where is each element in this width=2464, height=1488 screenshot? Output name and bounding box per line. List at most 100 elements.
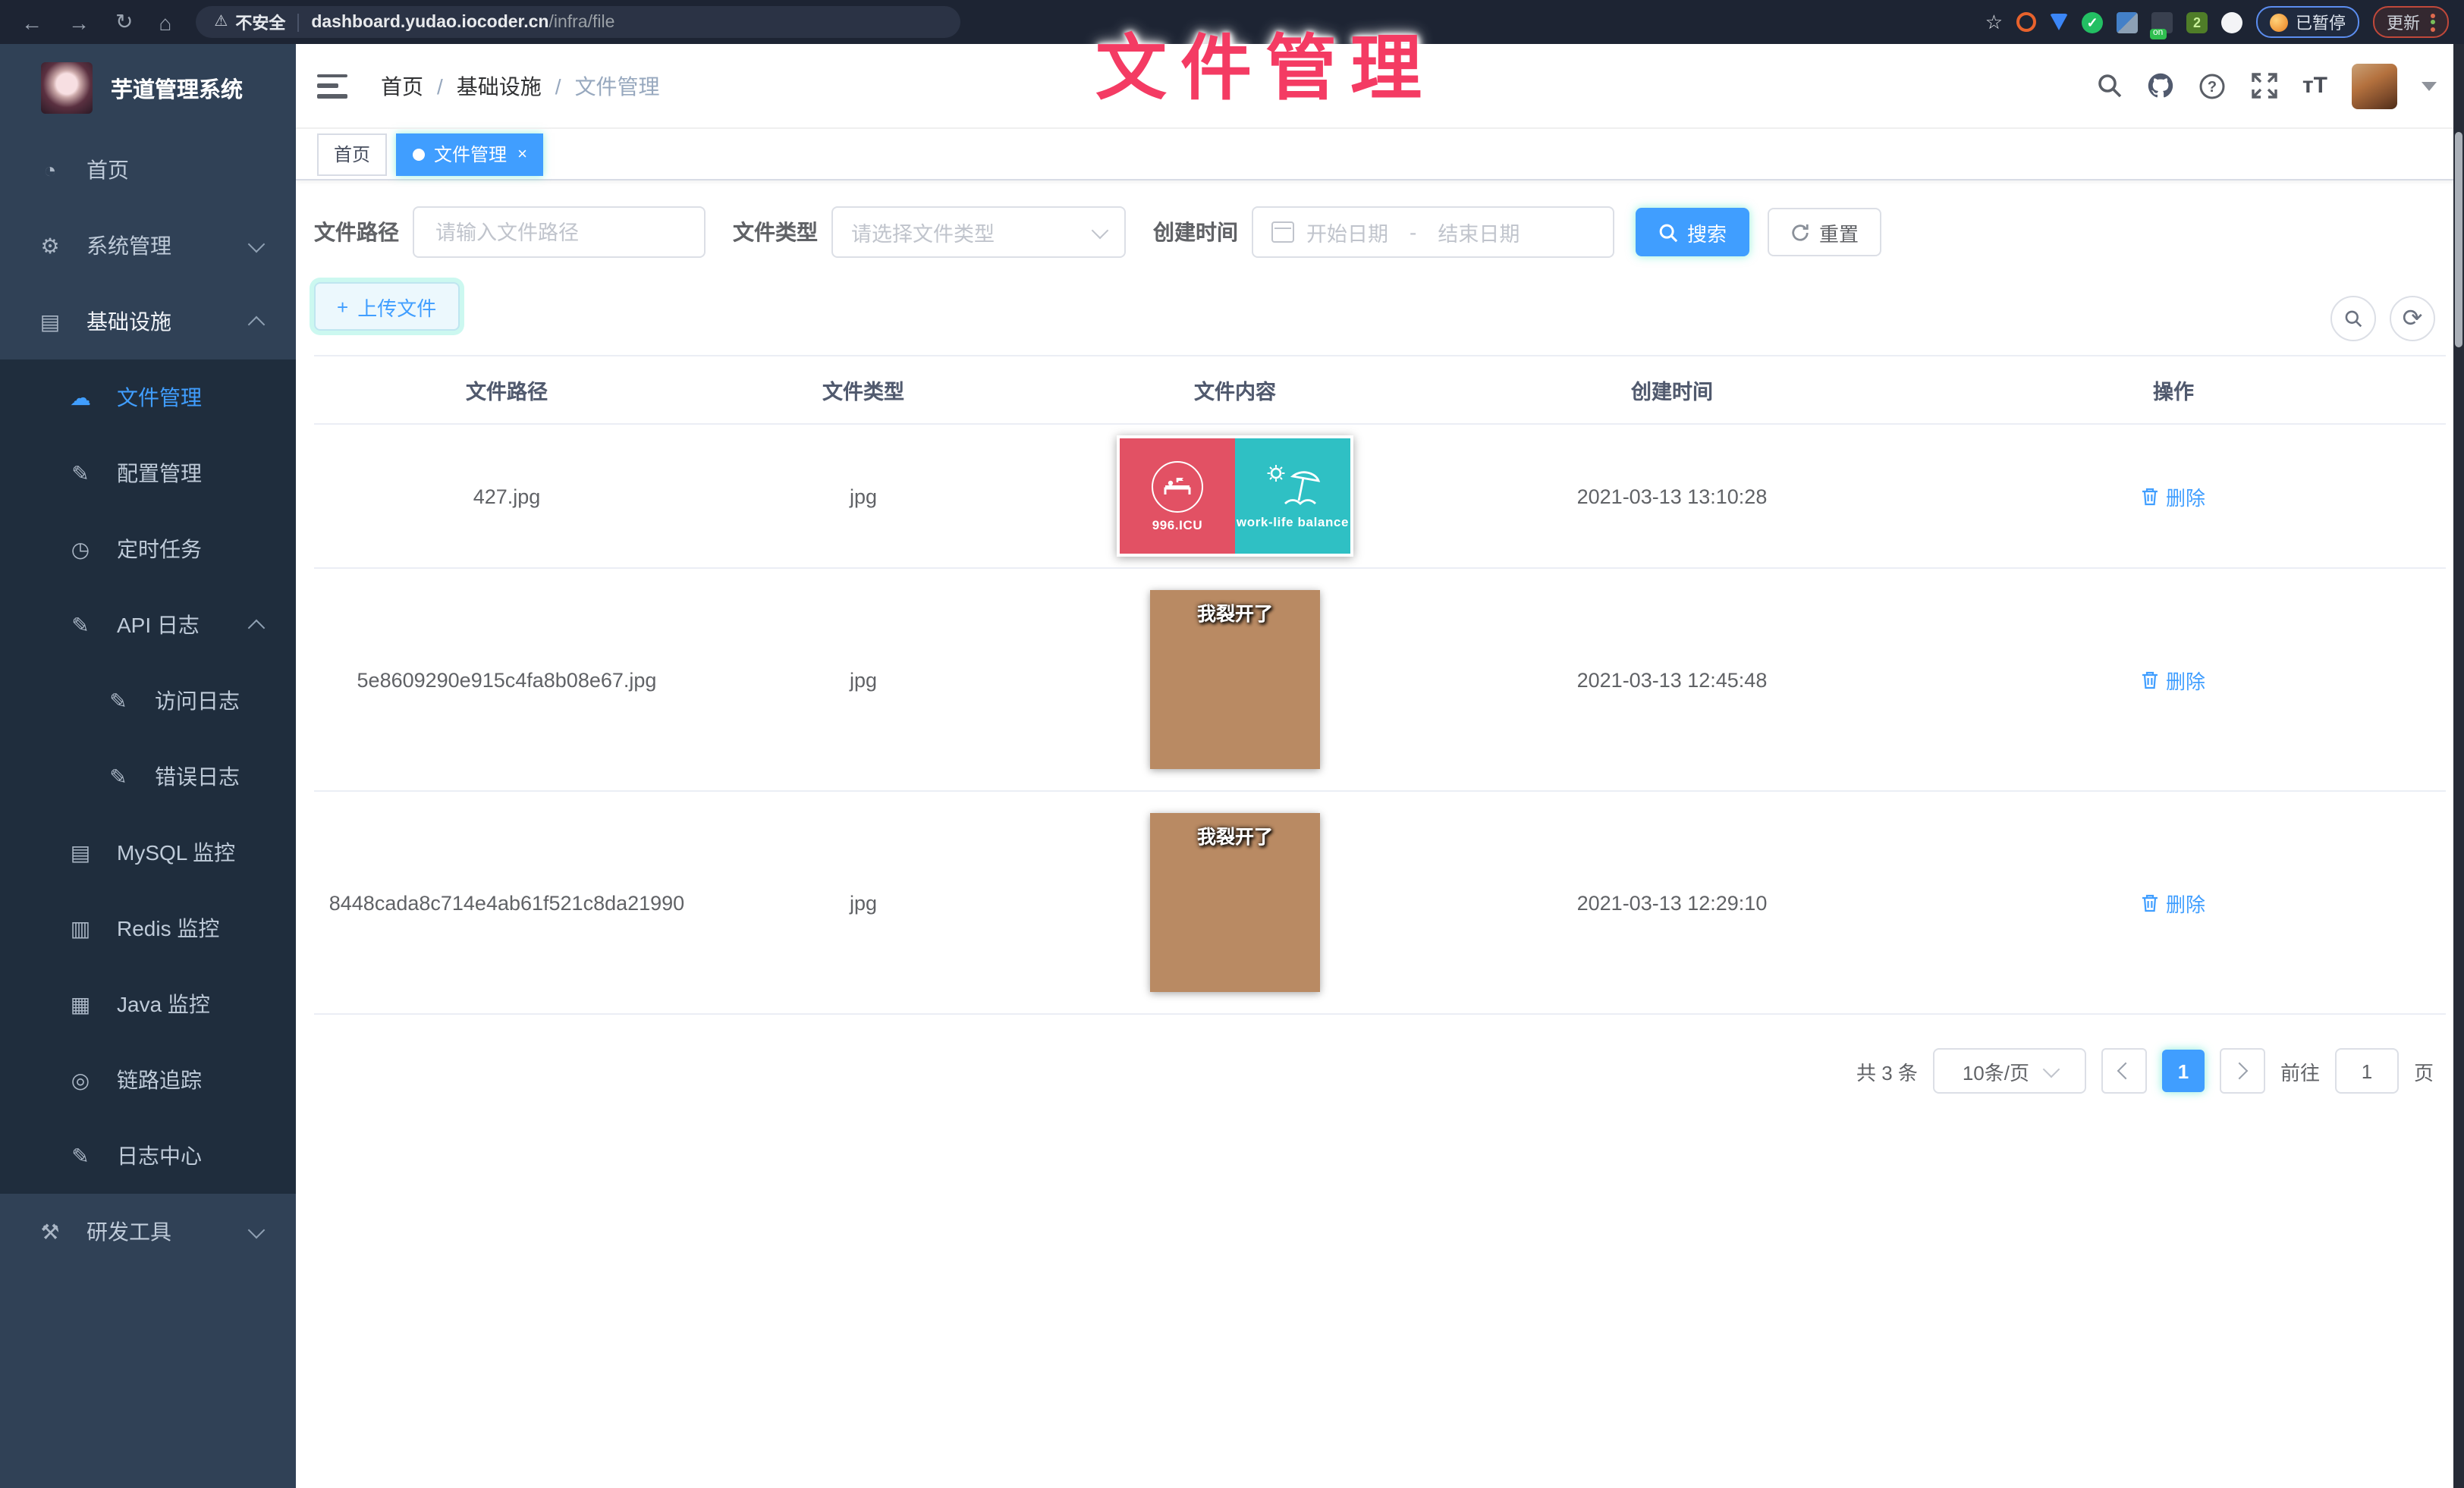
sidebar-item-home[interactable]: ◔ 首页 xyxy=(0,132,296,208)
reload-icon[interactable]: ↻ xyxy=(115,9,133,35)
sidebar-item-devtools[interactable]: ⚒ 研发工具 xyxy=(0,1194,296,1270)
chevron-down-icon xyxy=(1092,221,1109,239)
home-icon[interactable]: ⌂ xyxy=(159,10,171,34)
create-time-cell: 2021-03-13 12:29:10 xyxy=(1443,891,1901,914)
sidebar-item-label: Redis 监控 xyxy=(117,913,219,943)
page-1-button[interactable]: 1 xyxy=(2162,1050,2205,1092)
sidebar-item-trace[interactable]: ◎ 链路追踪 xyxy=(0,1042,296,1118)
date-range-picker[interactable]: 开始日期 - 结束日期 xyxy=(1252,206,1614,258)
sidebar-collapse-icon[interactable] xyxy=(317,74,347,98)
tab-file-management[interactable]: 文件管理 × xyxy=(396,133,544,175)
search-button[interactable]: 搜索 xyxy=(1636,208,1749,256)
file-thumbnail[interactable]: 我裂开了 xyxy=(1150,813,1320,992)
actions-cell: 删除 xyxy=(1901,665,2446,694)
screen: 文件管理 ← → ↻ ⌂ ⚠ 不安全 dashboard.yudao.iocod… xyxy=(0,0,2464,1488)
extensions-puzzle-icon[interactable] xyxy=(2221,11,2242,33)
breadcrumb-infra[interactable]: 基础设施 xyxy=(457,71,542,101)
user-menu-caret-icon[interactable] xyxy=(2422,81,2437,90)
breadcrumb-home[interactable]: 首页 xyxy=(381,71,423,101)
sidebar-item-job[interactable]: ◷ 定时任务 xyxy=(0,511,296,587)
goto-page-input[interactable] xyxy=(2341,1058,2393,1084)
extension-icon[interactable] xyxy=(2117,11,2138,33)
sidebar-item-redis[interactable]: ▥ Redis 监控 xyxy=(0,890,296,966)
close-icon[interactable]: × xyxy=(517,145,527,163)
not-secure-label[interactable]: 不安全 xyxy=(235,10,285,34)
chevron-down-icon xyxy=(2042,1060,2060,1078)
main-area: 首页 / 基础设施 / 文件管理 ? xyxy=(296,44,2464,1488)
scrollbar-thumb[interactable] xyxy=(2455,132,2462,347)
java-monitor-icon: ▦ xyxy=(68,991,93,1017)
sidebar-item-infra[interactable]: ▤ 基础设施 xyxy=(0,284,296,359)
log-icon: ✎ xyxy=(68,1143,93,1169)
file-thumbnail[interactable]: 我裂开了 xyxy=(1150,590,1320,769)
column-header: 创建时间 xyxy=(1443,375,1901,405)
sidebar-item-config[interactable]: ✎ 配置管理 xyxy=(0,435,296,511)
extension-icon[interactable] xyxy=(2050,14,2068,30)
monitor-icon: ▤ xyxy=(38,309,62,334)
extension-icon[interactable] xyxy=(2016,12,2036,32)
not-secure-warning-icon: ⚠ xyxy=(214,14,228,30)
extension-icon[interactable]: 2 xyxy=(2186,11,2208,33)
file-type-cell: jpg xyxy=(699,891,1027,914)
extension-icon[interactable]: ✓ xyxy=(2082,11,2103,33)
page-size-select[interactable]: 10条/页 xyxy=(1933,1048,2086,1094)
prev-page-button[interactable] xyxy=(2101,1048,2147,1094)
sidebar-item-mysql[interactable]: ▤ MySQL 监控 xyxy=(0,815,296,890)
sidebar-item-access-log[interactable]: ✎ 访问日志 xyxy=(0,663,296,739)
svg-text:?: ? xyxy=(2208,78,2217,95)
trash-icon xyxy=(2142,486,2160,506)
column-header: 操作 xyxy=(1901,375,2446,405)
scrollbar[interactable] xyxy=(2453,44,2464,1488)
tab-home[interactable]: 首页 xyxy=(317,133,387,175)
refresh-table-button[interactable]: ⟳ xyxy=(2390,296,2435,341)
chrome-update-button[interactable]: 更新 xyxy=(2373,6,2449,38)
user-avatar[interactable] xyxy=(2352,63,2397,108)
calendar-icon xyxy=(1271,221,1294,243)
forward-icon[interactable]: → xyxy=(68,10,90,34)
app-logo-row[interactable]: 芋道管理系统 xyxy=(0,44,296,132)
profile-paused-badge[interactable]: 已暂停 xyxy=(2256,6,2359,38)
database-icon: ▤ xyxy=(68,840,93,865)
delete-button[interactable]: 删除 xyxy=(2142,888,2205,917)
extension-icon[interactable]: on xyxy=(2151,11,2173,33)
thumbnail-caption: 996.ICU xyxy=(1152,516,1203,532)
sidebar-item-file[interactable]: ☁ 文件管理 xyxy=(0,359,296,435)
upload-file-button[interactable]: + 上传文件 xyxy=(314,282,459,331)
sidebar-item-label: 系统管理 xyxy=(86,231,171,261)
address-bar[interactable]: ⚠ 不安全 dashboard.yudao.iocoder.cn /infra/… xyxy=(196,6,960,38)
type-select[interactable]: 请选择文件类型 xyxy=(831,206,1126,258)
paused-label: 已暂停 xyxy=(2296,10,2346,34)
sidebar-item-api-log[interactable]: ✎ API 日志 xyxy=(0,587,296,663)
font-size-icon[interactable]: тT xyxy=(2302,73,2327,99)
next-page-button[interactable] xyxy=(2220,1048,2265,1094)
back-icon[interactable]: ← xyxy=(21,10,42,34)
delete-button[interactable]: 删除 xyxy=(2142,482,2205,510)
github-icon[interactable] xyxy=(2148,72,2175,99)
sidebar-item-java[interactable]: ▦ Java 监控 xyxy=(0,966,296,1042)
help-icon[interactable]: ? xyxy=(2199,72,2227,99)
log-icon: ✎ xyxy=(106,688,130,714)
reset-button[interactable]: 重置 xyxy=(1768,208,1881,256)
sidebar-item-log-center[interactable]: ✎ 日志中心 xyxy=(0,1118,296,1194)
page-unit-label: 页 xyxy=(2414,1056,2434,1085)
toggle-search-button[interactable] xyxy=(2330,296,2376,341)
bookmark-star-icon[interactable]: ☆ xyxy=(1985,10,2003,34)
fullscreen-icon[interactable] xyxy=(2251,72,2278,99)
file-thumbnail[interactable]: 996.ICU xyxy=(1117,435,1353,557)
search-icon[interactable] xyxy=(2096,72,2123,99)
file-table: 文件路径 文件类型 文件内容 创建时间 操作 427.jpg jpg xyxy=(314,355,2446,1015)
table-toolbar-icons: ⟳ xyxy=(2330,296,2435,341)
breadcrumb-separator: / xyxy=(555,74,561,98)
sidebar-item-error-log[interactable]: ✎ 错误日志 xyxy=(0,739,296,815)
chevron-down-icon xyxy=(248,235,266,253)
chevron-up-icon xyxy=(248,315,266,333)
actions-cell: 删除 xyxy=(1901,888,2446,917)
trash-icon xyxy=(2142,670,2160,689)
path-input[interactable] xyxy=(432,219,686,245)
sidebar-item-label: 错误日志 xyxy=(155,761,240,792)
delete-button[interactable]: 删除 xyxy=(2142,665,2205,694)
sidebar-item-system[interactable]: ⚙ 系统管理 xyxy=(0,208,296,284)
file-content-cell: 我裂开了 xyxy=(1027,813,1443,992)
browser-menu-icon[interactable] xyxy=(2431,13,2435,31)
app-window: 芋道管理系统 ◔ 首页 ⚙ 系统管理 ▤ 基础设施 ☁ 文件管理 xyxy=(0,44,2464,1488)
